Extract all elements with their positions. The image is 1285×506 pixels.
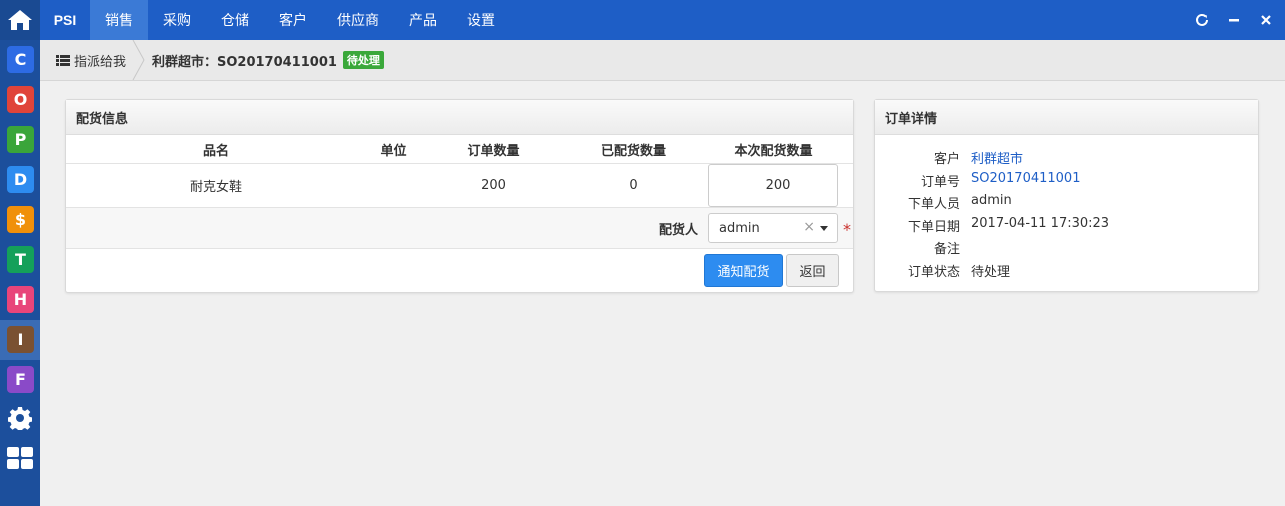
assignee-row: 配货人 admin × * [66,208,853,249]
menu-item-4[interactable]: 客户 [264,0,322,40]
order-detail-panel: 订单详情 客户 利群超市 订单号 SO20170411001 下单人员 admin 下单日期… [874,99,1259,292]
breadcrumb-assigned-to-me[interactable]: 指派给我 [40,40,140,80]
rail-app-letter: T [15,250,26,269]
detail-value[interactable]: 利群超市 [971,148,1023,167]
rail-app-letter: O [13,90,28,109]
rail-app-8-icon[interactable]: I [7,326,34,353]
detail-row: 订单号 SO20170411001 [875,169,1258,192]
cell-name: 耐克女鞋 [189,180,242,195]
top-bar: PSI 销售 采购 仓储 客户 供应商 产品 设置 [40,0,1285,40]
col-order-qty: 订单数量 [467,143,520,159]
assignee-label: 配货人 [658,223,698,238]
detail-row: 下单日期 2017-04-11 17:30:23 [875,214,1258,237]
table-row: 耐克女鞋 200 0 200 [66,164,853,208]
menu-item-6[interactable]: 产品 [394,0,452,40]
close-icon[interactable] [1257,11,1275,29]
home-icon[interactable] [0,0,40,40]
breadcrumb: 指派给我 利群超市：SO20170411001 待处理 [40,40,1285,81]
notify-distribution-button[interactable]: 通知配货 [704,254,783,287]
menu-item-3[interactable]: 仓储 [206,0,264,40]
rail-app-9-icon[interactable]: F [7,366,34,393]
detail-row: 客户 利群超市 [875,146,1258,169]
col-unit: 单位 [380,143,407,159]
window-controls [1193,0,1275,40]
col-distributed-qty: 已配货数量 [600,143,666,159]
col-this-qty: 本次配货数量 [734,143,813,159]
rail-app-6-icon[interactable]: T [7,246,34,273]
breadcrumb-separator-icon [132,40,145,80]
rail-app-letter: I [17,330,24,349]
assignee-value: admin [719,220,760,236]
rail-app-4-icon[interactable]: D [7,166,34,193]
distribution-panel-title: 配货信息 [66,100,853,135]
settings-gear-icon[interactable] [7,406,33,432]
detail-row: 备注 [875,236,1258,259]
detail-label: 下单人员 [907,197,960,212]
detail-label: 客户 [933,152,960,167]
detail-row: 订单状态 待处理 [875,259,1258,282]
distribution-panel: 配货信息 品名 单位 订单数量 已配货数量 本次配货数量 耐克女鞋 200 0 … [65,99,854,293]
detail-value: 待处理 [971,264,1011,280]
table-header: 品名 单位 订单数量 已配货数量 本次配货数量 [66,135,853,164]
rail-app-5-icon[interactable]: $ [7,206,34,233]
rail-app-letter: P [14,130,27,149]
refresh-icon[interactable] [1193,11,1211,29]
breadcrumb-first-label: 指派给我 [74,54,127,70]
menu-item-1[interactable]: 销售 [90,0,148,40]
detail-value: 2017-04-11 17:30:23 [971,215,1110,231]
detail-row: 下单人员 admin [875,191,1258,214]
order-detail-list: 客户 利群超市 订单号 SO20170411001 下单人员 admin 下单日期 2017-… [875,146,1258,281]
detail-label: 订单号 [920,174,960,190]
rail-app-1-icon[interactable]: C [7,46,34,73]
rail-app-letter: C [14,50,27,69]
main-menu: 销售 采购 仓储 客户 供应商 产品 设置 [90,0,510,40]
chevron-down-icon[interactable] [820,226,828,231]
order-detail-title: 订单详情 [875,100,1258,135]
rail-app-letter: H [13,290,28,309]
rail-app-letter: D [13,170,28,189]
detail-value: admin [971,193,1012,208]
rail-app-3-icon[interactable]: P [7,126,34,153]
grid-apps-icon[interactable] [7,447,33,469]
cell-order-qty: 200 [481,178,506,193]
menu-item-2[interactable]: 采购 [148,0,206,40]
col-name: 品名 [202,143,229,159]
menu-item-5[interactable]: 供应商 [322,0,394,40]
this-qty-input[interactable]: 200 [708,164,838,207]
menu-item-7[interactable]: 设置 [452,0,510,40]
detail-label: 订单状态 [907,264,960,280]
required-asterisk-icon: * [843,220,851,239]
app-rail: C O P D $ T H I F [0,0,40,506]
rail-app-2-icon[interactable]: O [7,86,34,113]
back-button[interactable]: 返回 [786,254,839,287]
status-badge: 待处理 [342,51,384,69]
minimize-icon[interactable] [1225,11,1243,29]
rail-app-letter: F [15,370,26,389]
cell-distributed-qty: 0 [629,178,638,193]
rail-app-7-icon[interactable]: H [7,286,34,313]
button-row: 通知配货 返回 [66,249,853,292]
detail-label: 下单日期 [907,219,960,235]
rail-app-letter: $ [14,210,27,229]
brand-logo[interactable]: PSI [40,0,90,40]
page-title-text: 利群超市：SO20170411001 [152,54,337,70]
detail-value[interactable]: SO20170411001 [971,171,1080,186]
clear-icon[interactable]: × [803,219,815,235]
detail-label: 备注 [933,242,960,257]
cell-unit [356,164,431,207]
page-title: 利群超市：SO20170411001 待处理 [152,40,384,80]
list-icon [56,54,70,66]
assignee-select[interactable]: admin × [708,213,838,243]
